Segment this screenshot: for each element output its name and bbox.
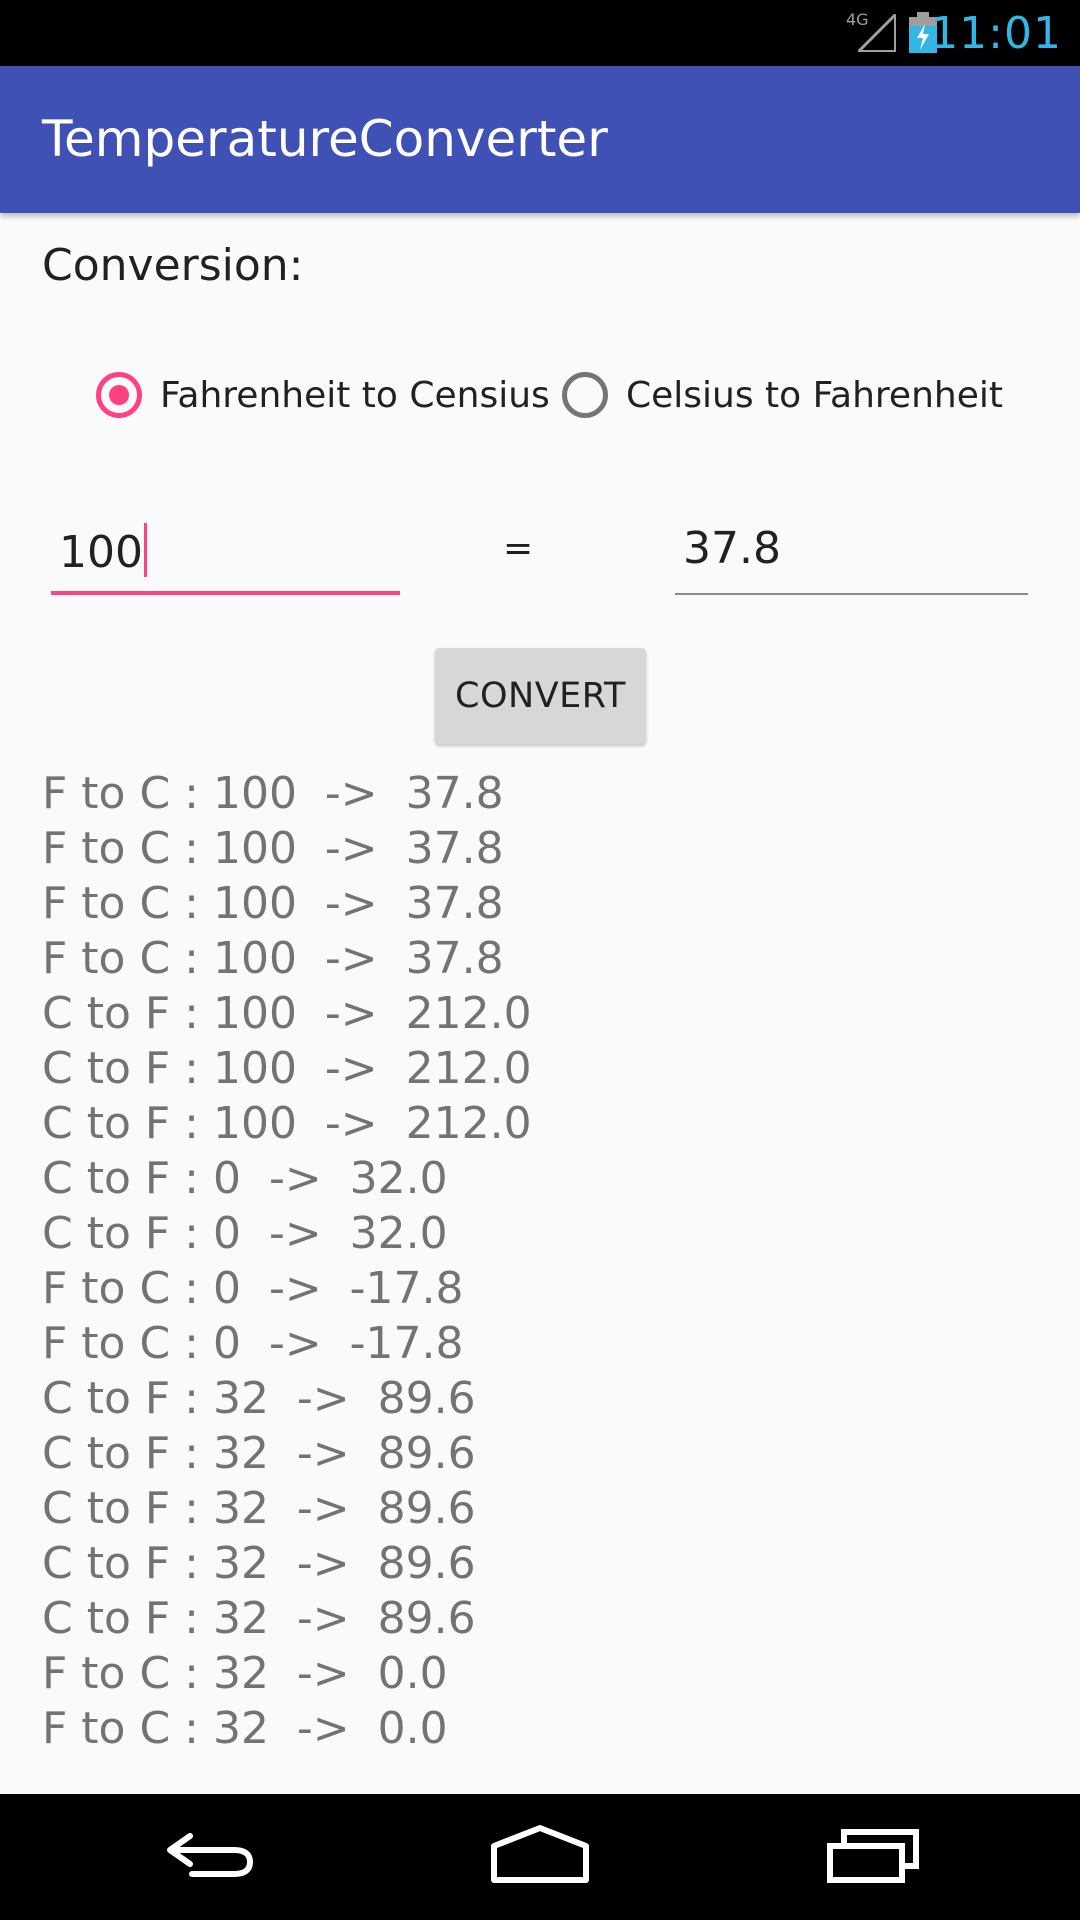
history-item: C to F : 100 -> 212.0	[42, 1043, 532, 1094]
radio-unchecked-icon[interactable]	[562, 372, 608, 418]
history-item: C to F : 32 -> 89.6	[42, 1373, 476, 1424]
history-item: F to C : 32 -> 0.0	[42, 1703, 448, 1754]
result-underline	[675, 593, 1028, 595]
history-item: F to C : 100 -> 37.8	[42, 768, 504, 819]
history-item: C to F : 100 -> 212.0	[42, 988, 532, 1039]
status-bar: 4G 11:01	[0, 0, 1080, 66]
navigation-bar	[0, 1794, 1080, 1920]
history-item: C to F : 100 -> 212.0	[42, 1098, 532, 1149]
history-item: C to F : 0 -> 32.0	[42, 1153, 448, 1204]
history-item: F to C : 0 -> -17.8	[42, 1263, 464, 1314]
app-title: TemperatureConverter	[42, 110, 608, 168]
history-item: F to C : 100 -> 37.8	[42, 823, 504, 874]
history-item: F to C : 100 -> 37.8	[42, 933, 504, 984]
home-icon[interactable]	[490, 1824, 590, 1888]
history-item: C to F : 32 -> 89.6	[42, 1593, 476, 1644]
history-item: F to C : 32 -> 0.0	[42, 1648, 448, 1699]
radio-fahrenheit-to-celsius[interactable]: Fahrenheit to Censius	[96, 365, 550, 425]
radio-label[interactable]: Fahrenheit to Censius	[160, 375, 550, 416]
text-cursor	[143, 523, 147, 577]
result-field[interactable]: 37.8	[675, 515, 1028, 595]
recent-apps-icon[interactable]	[822, 1824, 922, 1888]
signal-icon	[858, 14, 896, 52]
input-value[interactable]: 100	[59, 527, 143, 578]
conversion-history: F to C : 100 -> 37.8 F to C : 100 -> 37.8…	[42, 766, 532, 1756]
app-bar: TemperatureConverter	[0, 66, 1080, 213]
history-item: C to F : 32 -> 89.6	[42, 1483, 476, 1534]
clock: 11:01	[930, 8, 1062, 59]
radio-label[interactable]: Celsius to Fahrenheit	[626, 375, 1003, 416]
history-item: F to C : 0 -> -17.8	[42, 1318, 464, 1369]
convert-button[interactable]: CONVERT	[435, 648, 646, 744]
radio-celsius-to-fahrenheit[interactable]: Celsius to Fahrenheit	[562, 365, 1003, 425]
history-item: C to F : 32 -> 89.6	[42, 1538, 476, 1589]
result-value[interactable]: 37.8	[683, 523, 781, 574]
history-item: C to F : 0 -> 32.0	[42, 1208, 448, 1259]
radio-checked-icon[interactable]	[96, 372, 142, 418]
temperature-input[interactable]: 100	[51, 515, 400, 595]
conversion-label: Conversion:	[42, 240, 304, 291]
equals-sign: =	[503, 528, 534, 569]
back-icon[interactable]	[160, 1824, 260, 1888]
history-item: C to F : 32 -> 89.6	[42, 1428, 476, 1479]
history-item: F to C : 100 -> 37.8	[42, 878, 504, 929]
input-underline	[51, 591, 400, 595]
